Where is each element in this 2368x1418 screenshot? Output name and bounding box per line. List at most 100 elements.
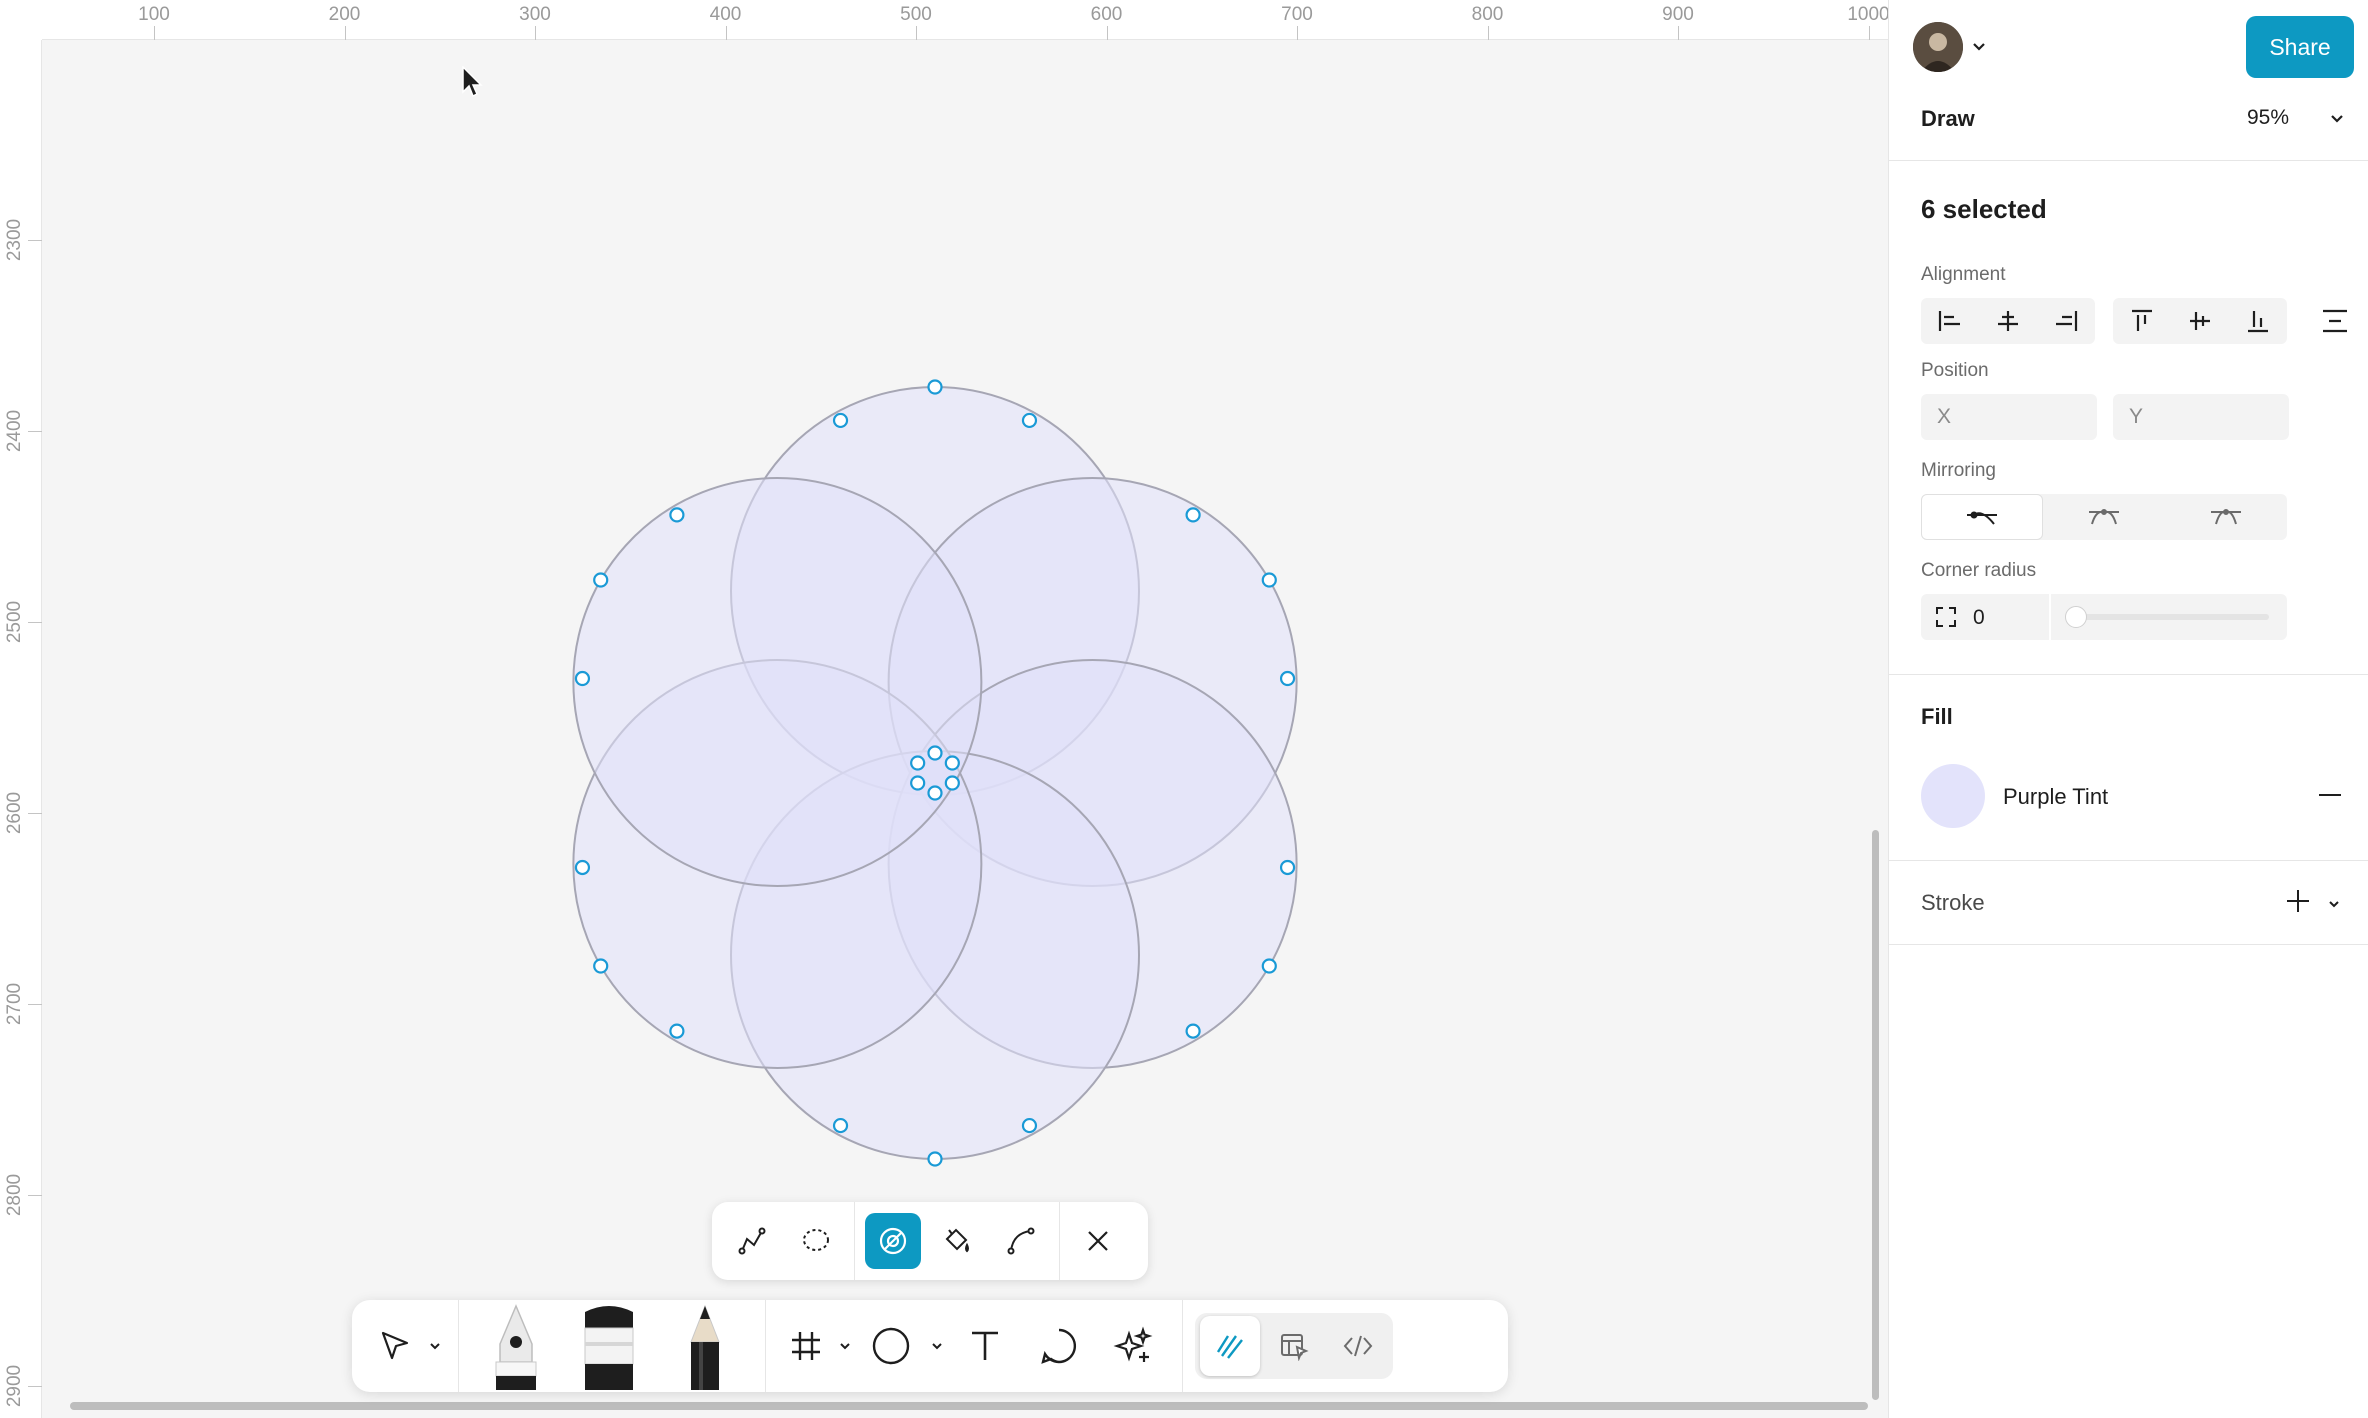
close-icon bbox=[1088, 1231, 1108, 1251]
frame-tool-button[interactable] bbox=[778, 1311, 834, 1381]
toolbar-divider bbox=[854, 1202, 855, 1280]
vector-anchor-handle[interactable] bbox=[910, 775, 926, 791]
vector-anchor-handle[interactable] bbox=[1261, 958, 1277, 974]
vector-anchor-handle[interactable] bbox=[927, 379, 943, 395]
add-stroke-button[interactable] bbox=[2285, 888, 2311, 919]
share-button[interactable]: Share bbox=[2246, 16, 2354, 78]
vector-anchor-handle[interactable] bbox=[1185, 1023, 1201, 1039]
align-left-icon bbox=[1938, 311, 1960, 331]
ruler-tick-label: 2900 bbox=[4, 1364, 25, 1408]
account-menu-chevron[interactable] bbox=[1971, 40, 1987, 58]
mirror-angle-length-button[interactable] bbox=[2165, 494, 2287, 540]
corner-radius-slider-track[interactable] bbox=[2069, 614, 2269, 620]
vector-anchor-handle[interactable] bbox=[593, 572, 609, 588]
ruler-tick-label: 2600 bbox=[4, 791, 25, 835]
distribute-button[interactable] bbox=[2321, 308, 2349, 339]
align-right-button[interactable] bbox=[2037, 298, 2095, 344]
draw-mode-button[interactable] bbox=[1200, 1316, 1260, 1376]
vector-anchor-handle[interactable] bbox=[669, 507, 685, 523]
move-tool-button[interactable] bbox=[366, 1311, 424, 1381]
vector-anchor-handle[interactable] bbox=[1279, 859, 1296, 876]
corner-radius-label: Corner radius bbox=[1921, 560, 2037, 581]
mirror-angle-button[interactable] bbox=[2043, 494, 2165, 540]
ruler-tick-label: 700 bbox=[1281, 4, 1313, 25]
position-y-field[interactable]: Y bbox=[2113, 394, 2289, 440]
shape-builder-button[interactable] bbox=[865, 1213, 921, 1269]
stroke-dropdown[interactable] bbox=[2327, 896, 2341, 914]
chevron-down-icon bbox=[2329, 901, 2339, 908]
ruler-tick-label: 100 bbox=[138, 4, 170, 25]
align-center-horizontal-icon bbox=[1998, 311, 2018, 331]
top-ruler: 100 200 300 400 500 600 700 800 900 1000 bbox=[0, 0, 1890, 40]
ruler-tick bbox=[28, 813, 42, 814]
stroke-label: Stroke bbox=[1921, 890, 1985, 915]
remove-fill-button[interactable] bbox=[2319, 794, 2341, 796]
align-left-button[interactable] bbox=[1921, 298, 1979, 344]
corner-radius-icon bbox=[1936, 607, 1956, 627]
vector-anchor-handle[interactable] bbox=[832, 1117, 849, 1134]
mirror-none-button[interactable] bbox=[1921, 494, 2043, 540]
fill-style-name[interactable]: Purple Tint bbox=[2003, 784, 2108, 810]
bend-tool-button[interactable] bbox=[993, 1213, 1049, 1269]
vector-anchor-handle[interactable] bbox=[593, 958, 609, 974]
vector-anchor-handle[interactable] bbox=[832, 412, 849, 429]
vector-anchor-handle[interactable] bbox=[669, 1023, 685, 1039]
circle-group[interactable] bbox=[572, 386, 1298, 1160]
select-points-button[interactable] bbox=[724, 1213, 780, 1269]
vector-anchor-handle[interactable] bbox=[574, 670, 591, 687]
flower-circle[interactable] bbox=[572, 477, 983, 887]
vertical-scrollbar[interactable] bbox=[1872, 830, 1879, 1400]
horizontal-scrollbar[interactable] bbox=[70, 1402, 1868, 1410]
align-middle-button[interactable] bbox=[2171, 298, 2229, 344]
corner-radius-slider-thumb[interactable] bbox=[2065, 606, 2087, 628]
paint-bucket-button[interactable] bbox=[929, 1213, 985, 1269]
vector-anchor-handle[interactable] bbox=[944, 775, 960, 791]
align-top-button[interactable] bbox=[2113, 298, 2171, 344]
zoom-dropdown[interactable] bbox=[2329, 112, 2345, 130]
align-center-h-button[interactable] bbox=[1979, 298, 2037, 344]
align-bottom-button[interactable] bbox=[2229, 298, 2287, 344]
circle-icon bbox=[872, 1327, 910, 1365]
toolbar-divider bbox=[765, 1300, 766, 1392]
vector-anchor-handle[interactable] bbox=[1021, 412, 1038, 429]
vector-anchor-handle[interactable] bbox=[1185, 507, 1201, 523]
ellipse-tool-dropdown[interactable] bbox=[926, 1341, 948, 1351]
dev-mode-button[interactable] bbox=[1328, 1316, 1388, 1376]
pencil-tool-button[interactable] bbox=[657, 1304, 753, 1390]
corner-radius-value[interactable]: 0 bbox=[1973, 606, 1985, 630]
vector-anchor-handle[interactable] bbox=[574, 859, 591, 876]
ruler-tick bbox=[725, 26, 727, 40]
close-edit-button[interactable] bbox=[1070, 1213, 1126, 1269]
pen-tool-button[interactable] bbox=[471, 1304, 561, 1390]
zoom-level[interactable]: 95% bbox=[2247, 106, 2289, 130]
ellipse-tool-button[interactable] bbox=[856, 1311, 926, 1381]
ruler-tick-label: 2700 bbox=[4, 982, 25, 1026]
position-x-field[interactable]: X bbox=[1921, 394, 2097, 440]
mouse-cursor-icon bbox=[462, 66, 483, 98]
vector-anchor-handle[interactable] bbox=[1279, 670, 1296, 687]
brush-tool-button[interactable] bbox=[561, 1306, 657, 1390]
comment-tool-button[interactable] bbox=[1022, 1311, 1096, 1381]
corner-radius-divider bbox=[2049, 594, 2051, 640]
fill-color-swatch[interactable] bbox=[1921, 764, 1985, 828]
design-mode-button[interactable] bbox=[1264, 1316, 1324, 1376]
vector-anchor-handle[interactable] bbox=[1021, 1117, 1038, 1134]
ruler-tick-label: 2800 bbox=[4, 1173, 25, 1217]
avatar[interactable] bbox=[1913, 22, 1963, 72]
align-right-icon bbox=[2056, 311, 2078, 331]
vector-anchor-handle[interactable] bbox=[927, 745, 943, 761]
vector-anchor-handle[interactable] bbox=[927, 785, 943, 801]
text-tool-button[interactable] bbox=[948, 1311, 1022, 1381]
vector-anchor-handle[interactable] bbox=[944, 755, 960, 771]
mirroring-group bbox=[1921, 494, 2287, 540]
ruler-tick bbox=[344, 26, 346, 40]
vector-anchor-handle[interactable] bbox=[927, 1151, 943, 1167]
lasso-button[interactable] bbox=[788, 1213, 844, 1269]
ruler-tick-label: 200 bbox=[328, 4, 361, 25]
vector-anchor-handle[interactable] bbox=[910, 755, 926, 771]
vector-anchor-handle[interactable] bbox=[1261, 572, 1277, 588]
move-tool-dropdown[interactable] bbox=[424, 1341, 446, 1351]
ruler-tick-label: 2500 bbox=[4, 600, 25, 644]
ai-tool-button[interactable] bbox=[1096, 1311, 1170, 1381]
frame-tool-dropdown[interactable] bbox=[834, 1341, 856, 1351]
